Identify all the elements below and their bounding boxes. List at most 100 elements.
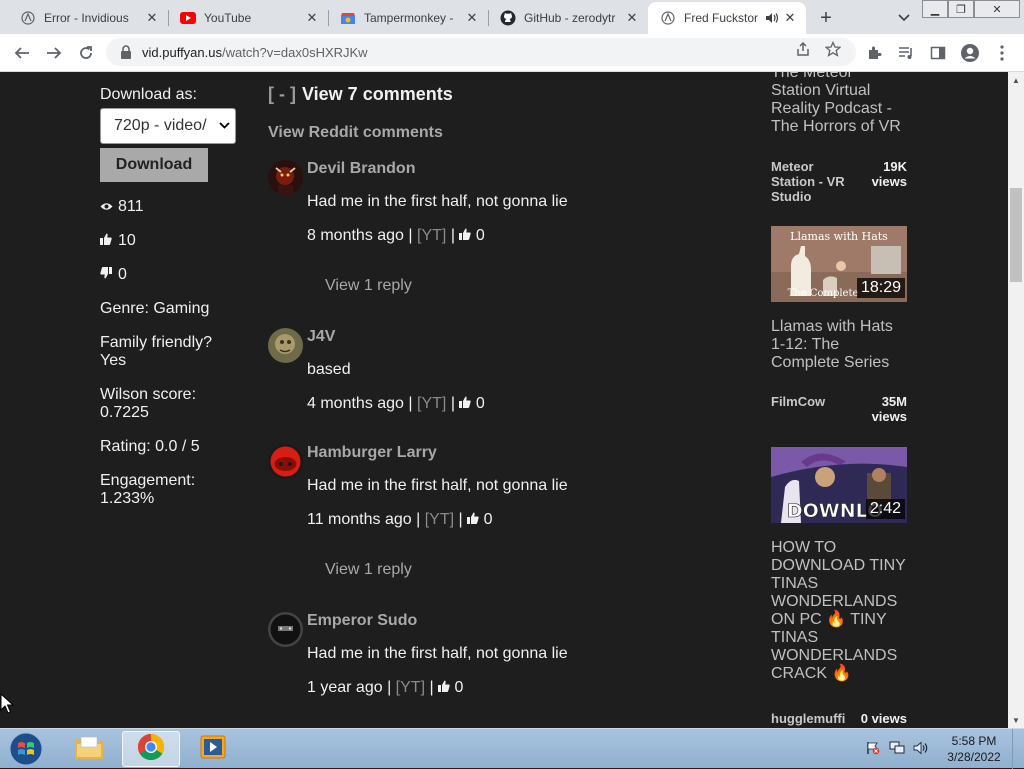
address-bar[interactable]: vid.puffyan.us/watch?v=dax0sHXRJKw — [106, 38, 856, 66]
side-panel-icon[interactable] — [928, 43, 948, 63]
comment-meta: 1 year ago | [YT] | 0 — [307, 679, 463, 697]
media-player-taskbar-button[interactable] — [184, 731, 242, 767]
comment-likes: 0 — [475, 227, 485, 244]
chrome-taskbar-button[interactable] — [122, 731, 180, 767]
tab-current-video[interactable]: Fred Fuckstor ✕ — [648, 2, 806, 34]
back-icon[interactable] — [10, 41, 34, 65]
video-duration: 2:42 — [865, 499, 905, 519]
new-tab-button[interactable]: + — [814, 6, 838, 30]
thumbs-up-icon — [459, 227, 472, 244]
tab-youtube[interactable]: YouTube ✕ — [168, 2, 328, 34]
comment-author-link[interactable]: J4V — [307, 328, 335, 346]
youtube-comment-link[interactable]: [YT] — [417, 227, 446, 244]
comment-likes: 0 — [483, 511, 493, 528]
window-controls: ▁ ❐ ✕ — [922, 0, 1020, 18]
format-select[interactable]: 720p - video/ — [100, 108, 236, 144]
comment-text: Had me in the first half, not gonna lie — [307, 477, 568, 494]
menu-kebab-icon[interactable] — [992, 43, 1012, 63]
file-explorer-taskbar-button[interactable] — [60, 731, 118, 767]
recommended-video-title[interactable]: HOW TO DOWNLOAD TINY TINAS WONDERLANDS O… — [771, 539, 907, 683]
comment-text: Had me in the first half, not gonna lie — [307, 645, 568, 662]
collapse-comments-toggle[interactable]: [ - ] — [268, 84, 296, 104]
wilson-score: Wilson score: 0.7225 — [100, 386, 196, 422]
thumbs-up-icon — [438, 679, 450, 696]
recommended-channel-link[interactable]: hugglemuffi — [771, 711, 851, 726]
recommended-video-title[interactable]: The Meteor Station Virtual Reality Podca… — [771, 72, 907, 136]
view-replies-link[interactable]: View 1 reply — [325, 277, 412, 295]
url-path: /watch?v=dax0sHXRJKw — [221, 44, 368, 60]
recommended-views: 19K views — [871, 159, 907, 189]
chrome-webstore-icon — [340, 10, 356, 26]
thumbs-down-icon — [100, 266, 114, 284]
profile-avatar-icon[interactable] — [960, 43, 980, 63]
engagement-value: 1.233% — [100, 490, 155, 507]
recommended-channel-link[interactable]: FilmCow — [771, 394, 851, 409]
comment-author-link[interactable]: Hamburger Larry — [307, 444, 437, 462]
youtube-comment-link[interactable]: [YT] — [417, 395, 446, 412]
meta-separator: | — [408, 227, 413, 244]
close-tab-icon[interactable]: ✕ — [304, 10, 320, 26]
view-replies-link[interactable]: View 1 reply — [325, 561, 412, 579]
avatar[interactable] — [268, 612, 303, 647]
close-tab-icon[interactable]: ✕ — [464, 10, 480, 26]
comment-time: 4 months ago — [307, 395, 404, 412]
tab-title: Fred Fuckstor — [684, 11, 759, 25]
media-control-icon[interactable] — [896, 43, 916, 63]
close-tab-icon[interactable]: ✕ — [624, 10, 640, 26]
family-friendly-value: Yes — [100, 352, 127, 369]
scrollbar-thumb[interactable] — [1010, 188, 1022, 282]
start-button[interactable] — [6, 731, 46, 767]
recommended-views: 0 views — [860, 711, 907, 726]
close-window-icon[interactable]: ✕ — [974, 0, 1020, 18]
download-button[interactable]: Download — [100, 148, 208, 182]
recommended-title-first-line: The Meteor — [771, 72, 853, 81]
thumbs-up-icon — [467, 511, 479, 528]
show-desktop-button[interactable] — [1012, 729, 1024, 769]
restore-icon[interactable]: ❐ — [948, 0, 974, 18]
page-scrollbar[interactable]: ▲ ▼ — [1008, 72, 1024, 728]
view-reddit-comments-link[interactable]: View Reddit comments — [268, 124, 443, 142]
youtube-icon — [180, 10, 196, 26]
youtube-comment-link[interactable]: [YT] — [425, 511, 454, 528]
youtube-comment-link[interactable]: [YT] — [396, 679, 425, 696]
likes-count: 10 — [100, 232, 136, 250]
video-thumbnail[interactable]: Llamas with Hats The Complete 18:29 — [771, 226, 907, 302]
volume-icon[interactable] — [912, 739, 930, 757]
tab-tampermonkey[interactable]: Tampermonkey - ✕ — [328, 2, 488, 34]
comment-author-link[interactable]: Emperor Sudo — [307, 612, 417, 630]
close-tab-icon[interactable]: ✕ — [144, 10, 160, 26]
comment-author-link[interactable]: Devil Brandon — [307, 160, 415, 178]
avatar[interactable] — [268, 328, 303, 363]
recommended-channel-link[interactable]: Meteor Station - VR Studio — [771, 159, 851, 204]
comment-time: 11 months ago — [307, 511, 412, 528]
tab-invidious-error[interactable]: Error - Invidious ✕ — [8, 2, 168, 34]
video-thumbnail[interactable]: DOWNLO 2:42 — [771, 447, 907, 523]
scroll-up-arrow-icon[interactable]: ▲ — [1012, 76, 1020, 85]
wilson-score-value: 0.7225 — [100, 404, 149, 421]
minimize-icon[interactable]: ▁ — [922, 0, 948, 18]
avatar[interactable] — [268, 444, 303, 479]
recommended-video-title[interactable]: Llamas with Hats 1-12: The Complete Seri… — [771, 318, 907, 372]
action-center-flag-icon[interactable] — [864, 739, 882, 757]
invidious-icon — [20, 10, 36, 26]
thumbnail-subcaption: The Complete — [788, 288, 859, 299]
likes-value: 10 — [118, 232, 136, 249]
forward-icon[interactable] — [42, 41, 66, 65]
reload-icon[interactable] — [74, 41, 98, 65]
tab-search-icon[interactable] — [894, 8, 914, 28]
tab-github[interactable]: GitHub - zerodytr ✕ — [488, 2, 648, 34]
extensions-icon[interactable] — [864, 43, 884, 63]
mouse-cursor-icon — [0, 692, 15, 715]
views-count: 811 — [100, 198, 144, 216]
share-icon[interactable] — [794, 40, 812, 58]
avatar[interactable] — [268, 160, 303, 195]
clock-time: 5:58 PM — [951, 734, 997, 748]
lock-icon[interactable] — [120, 45, 134, 59]
scroll-down-arrow-icon[interactable]: ▼ — [1012, 716, 1020, 725]
network-icon[interactable] — [888, 739, 906, 757]
thumbs-up-icon — [459, 395, 472, 412]
bookmark-star-icon[interactable] — [824, 40, 842, 58]
close-tab-icon[interactable]: ✕ — [782, 10, 798, 26]
taskbar-clock[interactable]: 5:58 PM 3/28/2022 — [942, 733, 1006, 765]
audio-playing-icon[interactable] — [764, 10, 780, 26]
